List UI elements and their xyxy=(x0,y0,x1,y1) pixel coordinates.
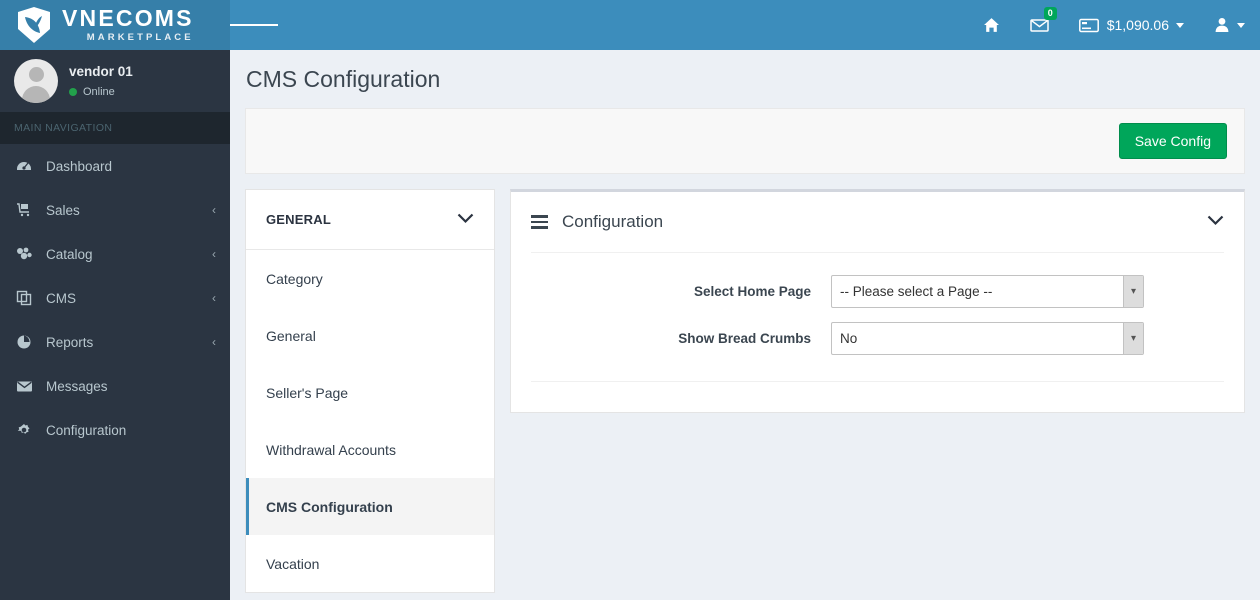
page-toolbar: Save Config xyxy=(245,108,1245,174)
configuration-column: Configuration Select Home Page -- Please… xyxy=(510,189,1245,413)
sidebar-item-reports[interactable]: Reports ‹ xyxy=(0,320,230,364)
user-info: vendor 01 Online xyxy=(69,64,133,98)
sidebar-item-arrow: ‹ xyxy=(212,335,216,349)
user-status: Online xyxy=(69,86,133,98)
chevron-down-icon[interactable] xyxy=(1207,213,1224,231)
sidebar-item-label: Sales xyxy=(46,202,80,218)
sidebar-item-label: Configuration xyxy=(46,422,127,438)
sidebar-item-sales[interactable]: Sales ‹ xyxy=(0,188,230,232)
credit-card-icon xyxy=(1078,18,1099,32)
save-config-button[interactable]: Save Config xyxy=(1118,123,1227,159)
settings-item-general[interactable]: General xyxy=(246,307,494,364)
brand-name: VNECOMS xyxy=(62,5,194,32)
settings-item-withdrawal-accounts[interactable]: Withdrawal Accounts xyxy=(246,421,494,478)
show-bread-crumbs-label: Show Bread Crumbs xyxy=(678,331,811,346)
show-bread-crumbs-wrap: No ▾ xyxy=(831,322,1144,355)
settings-item-cms-configuration[interactable]: CMS Configuration xyxy=(246,478,494,535)
sidebar-item-arrow: ‹ xyxy=(212,247,216,261)
user-panel[interactable]: vendor 01 Online xyxy=(0,50,230,112)
user-name: vendor 01 xyxy=(69,64,133,80)
pie-chart-icon xyxy=(16,334,38,350)
divider xyxy=(531,381,1224,382)
leaf-shield-logo-icon xyxy=(18,7,50,43)
dashboard-icon xyxy=(16,158,38,174)
configuration-header-left: Configuration xyxy=(531,212,663,232)
sidebar-item-label: Dashboard xyxy=(46,158,113,174)
hamburger-icon-bar xyxy=(230,23,246,27)
form-row-bread-crumbs: Show Bread Crumbs No ▾ xyxy=(531,322,1224,355)
hamburger-icon-bar xyxy=(262,23,278,27)
select-home-page-label: Select Home Page xyxy=(693,284,811,299)
online-status-icon xyxy=(69,87,77,96)
sidebar-item-arrow: ‹ xyxy=(212,291,216,305)
brand-tagline: MARKETPLACE xyxy=(86,32,194,44)
select-home-page-wrap: -- Please select a Page -- ▾ xyxy=(831,275,1144,308)
settings-list: Category General Seller's Page Withdrawa… xyxy=(246,250,494,592)
sidebar-item-arrow: ‹ xyxy=(212,203,216,217)
settings-item-sellers-page[interactable]: Seller's Page xyxy=(246,364,494,421)
sidebar: VNECOMS MARKETPLACE vendor 01 Online MAI… xyxy=(0,0,230,600)
bars-icon xyxy=(531,212,548,232)
select-home-page-input[interactable]: -- Please select a Page -- xyxy=(831,275,1144,308)
hamburger-icon-bar xyxy=(246,23,262,27)
cart-icon xyxy=(16,202,38,218)
general-panel-header[interactable]: GENERAL xyxy=(246,190,494,250)
account-menu-button[interactable] xyxy=(1199,0,1260,50)
user-icon xyxy=(1215,18,1229,32)
configuration-panel-header[interactable]: Configuration xyxy=(511,192,1244,252)
configuration-panel-title: Configuration xyxy=(562,212,664,231)
configuration-panel: Configuration Select Home Page -- Please… xyxy=(510,189,1245,413)
sidebar-toggle-button[interactable] xyxy=(230,0,278,50)
general-panel-title: GENERAL xyxy=(266,212,331,227)
content-columns: GENERAL Category General Seller's Page W… xyxy=(230,174,1260,593)
general-panel: GENERAL Category General Seller's Page W… xyxy=(245,189,495,593)
settings-item-vacation[interactable]: Vacation xyxy=(246,535,494,592)
sidebar-item-label: Reports xyxy=(46,334,94,350)
sidebar-item-label: CMS xyxy=(46,290,76,306)
chevron-down-icon xyxy=(1237,22,1245,28)
divider xyxy=(531,252,1224,253)
avatar xyxy=(14,59,58,103)
sidebar-item-configuration[interactable]: Configuration xyxy=(0,408,230,452)
top-header: 0 $1,090.06 xyxy=(230,0,1260,50)
settings-nav-column: GENERAL Category General Seller's Page W… xyxy=(245,189,495,593)
brand-text: VNECOMS MARKETPLACE xyxy=(62,7,194,43)
gear-icon xyxy=(16,422,38,438)
content-area: CMS Configuration Save Config GENERAL Ca… xyxy=(230,50,1260,600)
chevron-down-icon[interactable] xyxy=(457,212,474,227)
sidebar-item-label: Catalog xyxy=(46,246,93,262)
copy-icon xyxy=(16,290,38,306)
sidebar-item-dashboard[interactable]: Dashboard xyxy=(0,144,230,188)
form-row-home-page: Select Home Page -- Please select a Page… xyxy=(531,275,1224,308)
page-title: CMS Configuration xyxy=(246,66,441,92)
sidebar-item-catalog[interactable]: Catalog ‹ xyxy=(0,232,230,276)
wallet-balance-label: $1,090.06 xyxy=(1106,17,1169,33)
user-status-label: Online xyxy=(83,85,115,98)
show-bread-crumbs-input[interactable]: No xyxy=(831,322,1144,355)
app-root: VNECOMS MARKETPLACE vendor 01 Online MAI… xyxy=(0,0,1260,600)
nav-section-header: MAIN NAVIGATION xyxy=(0,112,230,144)
messages-badge: 0 xyxy=(1043,7,1057,20)
chevron-down-icon xyxy=(1176,22,1184,28)
sidebar-item-cms[interactable]: CMS ‹ xyxy=(0,276,230,320)
main-navigation: Dashboard Sales ‹ Catalog ‹ CMS ‹ Report… xyxy=(0,144,230,452)
sidebar-item-messages[interactable]: Messages xyxy=(0,364,230,408)
home-icon xyxy=(983,17,999,32)
messages-button[interactable]: 0 xyxy=(1015,0,1064,50)
envelope-icon xyxy=(16,378,38,394)
brand-logo[interactable]: VNECOMS MARKETPLACE xyxy=(0,0,230,50)
home-button[interactable] xyxy=(968,0,1015,50)
sidebar-item-label: Messages xyxy=(46,378,108,394)
cubes-icon xyxy=(16,246,38,262)
settings-item-category[interactable]: Category xyxy=(246,250,494,307)
configuration-panel-body: Select Home Page -- Please select a Page… xyxy=(511,252,1244,412)
wallet-balance-button[interactable]: $1,090.06 xyxy=(1064,0,1199,50)
